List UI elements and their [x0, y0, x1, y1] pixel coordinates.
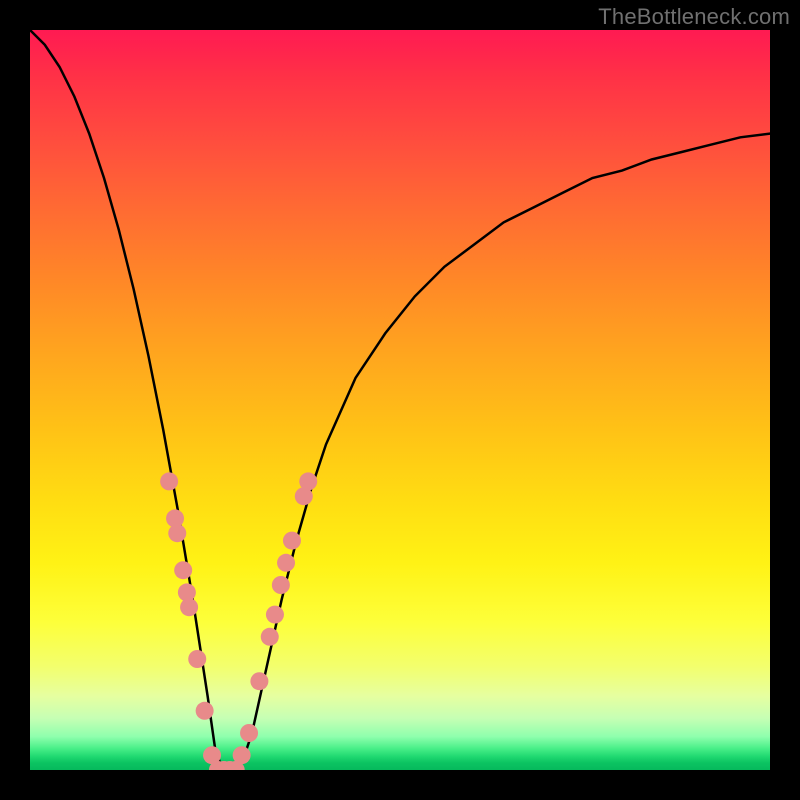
marker-right — [299, 472, 317, 490]
marker-left — [188, 650, 206, 668]
curve-layer — [30, 30, 770, 770]
marker-left — [168, 524, 186, 542]
watermark-text: TheBottleneck.com — [598, 4, 790, 30]
marker-right — [283, 532, 301, 550]
marker-left — [196, 702, 214, 720]
chart-frame: TheBottleneck.com — [0, 0, 800, 800]
marker-right — [250, 672, 268, 690]
data-markers — [160, 472, 317, 770]
bottleneck-curve — [30, 30, 770, 770]
marker-right — [266, 606, 284, 624]
marker-right — [272, 576, 290, 594]
marker-right — [240, 724, 258, 742]
marker-left — [180, 598, 198, 616]
marker-right — [277, 554, 295, 572]
plot-area — [30, 30, 770, 770]
marker-left — [174, 561, 192, 579]
marker-left — [160, 472, 178, 490]
marker-right — [261, 628, 279, 646]
